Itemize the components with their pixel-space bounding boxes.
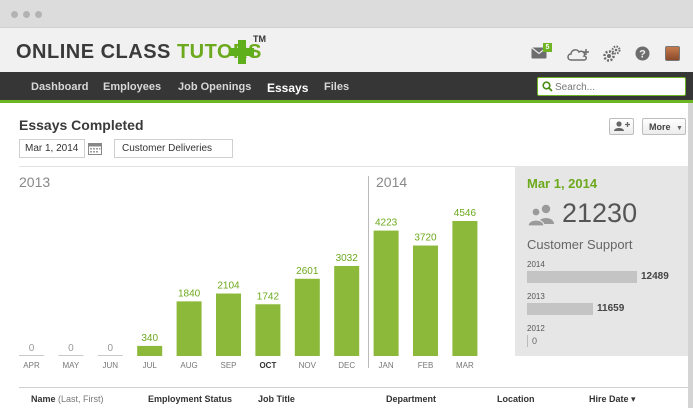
column-header-name[interactable]: Name (Last, First) [31,394,104,404]
category-label-jun: JUN [103,361,119,370]
help-icon[interactable]: ? [635,46,650,61]
column-header-hire-date[interactable]: Hire Date ▾ [589,394,636,405]
window-zoom-dot[interactable] [35,11,42,18]
panel-value-2013: 11659 [597,303,625,314]
bar-sep[interactable] [216,293,241,356]
category-label-feb: FEB [418,361,434,370]
value-label-mar: 4546 [454,208,477,219]
chevron-down-icon: ▼ [676,125,683,132]
gears-icon[interactable] [603,45,621,62]
essays-bar-chart: 0 APR 0 MAY 0 JUN 340 JUL 1840 AUG 2104 SEP 1742 OCT 2… [19,208,478,370]
category-label-dec: DEC [338,361,355,370]
app-logo[interactable]: ONLINE CLASS TUTORS [16,41,262,64]
logo-text-online-class: ONLINE CLASS [16,41,177,63]
value-label-sep: 2104 [217,281,240,292]
value-label-jul: 340 [141,333,158,344]
nav-item-employees[interactable]: Employees [103,81,161,93]
nav-item-files[interactable]: Files [324,81,349,93]
search-box[interactable] [537,77,686,96]
bar-dec[interactable] [334,265,360,356]
window-close-dot[interactable] [11,11,18,18]
category-label-may: MAY [63,361,80,370]
summary-panel: Mar 1, 2014 21230 Customer Support 2014 … [515,166,688,356]
panel-bar-2014 [527,271,637,283]
search-icon [542,81,553,92]
panel-bar-2013 [527,303,593,315]
user-avatar[interactable] [665,46,680,61]
panel-total-count: 21230 [562,198,638,228]
category-label-jan: JAN [379,361,394,370]
bar-jan[interactable] [373,230,399,356]
trademark-mark: TM [253,34,266,44]
app-header: ONLINE CLASS TUTORS TM 5 ? [0,28,693,72]
bar-aug[interactable] [176,301,202,356]
value-label-dec: 3032 [336,253,359,264]
column-header-job-title[interactable]: Job Title [258,394,295,404]
deliveries-filter-select[interactable]: Customer Deliveries [114,139,233,158]
category-label-jul: JUL [143,361,158,370]
bar-feb[interactable] [413,245,438,356]
value-label-oct: 1742 [257,291,280,302]
mail-count-badge: 5 [543,43,552,52]
window-titlebar [0,0,693,28]
main-nav: Dashboard Employees Job Openings Essays … [0,72,693,103]
value-label-aug: 1840 [178,288,201,299]
panel-date: Mar 1, 2014 [527,176,598,191]
more-button[interactable]: More ▼ [642,118,686,135]
nav-item-dashboard[interactable]: Dashboard [31,81,88,93]
panel-value-2012: 0 [532,336,538,346]
panel-year-2013: 2013 [527,292,545,301]
value-label-feb: 3720 [414,233,437,244]
nav-item-job-openings[interactable]: Job Openings [178,81,251,93]
category-label-apr: APR [23,361,40,370]
search-input[interactable] [555,80,683,94]
bar-jul[interactable] [137,345,163,356]
people-icon [527,204,554,226]
more-button-label: More [649,122,671,132]
date-field[interactable]: Mar 1, 2014 [19,139,85,158]
panel-year-2014: 2014 [527,260,545,269]
panel-value-2014: 12489 [641,271,669,282]
nav-item-essays[interactable]: Essays [267,81,308,95]
add-user-button[interactable] [609,118,634,135]
panel-bar-2012 [527,335,528,347]
cloud-add-icon[interactable] [566,47,590,62]
category-label-mar: MAR [456,361,474,370]
panel-year-2012: 2012 [527,324,545,333]
value-label-apr: 0 [29,343,35,354]
category-label-aug: AUG [180,361,197,370]
value-label-jan: 4223 [375,218,398,229]
category-label-oct: OCT [259,361,276,370]
window-minimize-dot[interactable] [23,11,30,18]
column-header-location[interactable]: Location [497,394,535,404]
page-title: Essays Completed [19,117,144,133]
bar-mar[interactable] [452,221,478,356]
value-label-may: 0 [68,343,74,354]
bar-oct[interactable] [255,304,281,356]
panel-label: Customer Support [527,237,633,252]
category-label-nov: NOV [299,361,317,370]
column-header-department[interactable]: Department [386,394,436,404]
logo-cross-icon [230,40,254,64]
category-label-sep: SEP [220,361,236,370]
employee-table-header: Name (Last, First) Employment Status Job… [19,387,688,408]
add-user-icon [614,121,630,131]
value-label-nov: 2601 [296,266,319,277]
value-label-jun: 0 [108,343,114,354]
svg-text:?: ? [639,49,646,61]
calendar-icon[interactable] [88,142,102,155]
column-header-employment-status[interactable]: Employment Status [148,394,232,404]
bar-nov[interactable] [294,278,320,356]
